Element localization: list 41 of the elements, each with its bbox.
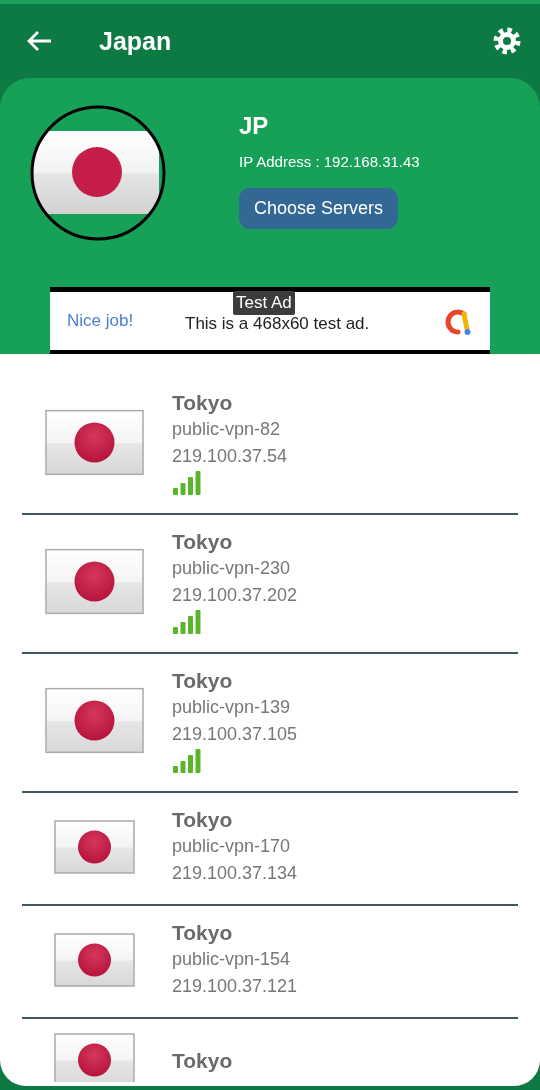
server-ip: 219.100.37.54 bbox=[172, 445, 288, 468]
choose-servers-button[interactable]: Choose Servers bbox=[239, 188, 399, 229]
server-ip: 219.100.37.121 bbox=[172, 975, 298, 998]
ip-address: IP Address : 192.168.31.43 bbox=[239, 153, 420, 170]
signal-icon bbox=[172, 609, 202, 635]
server-row[interactable]: Tokyo public-vpn-230 219.100.37.202 bbox=[22, 515, 518, 654]
back-arrow-icon[interactable] bbox=[26, 30, 52, 52]
server-row[interactable]: Tokyo bbox=[22, 1019, 518, 1082]
flag-icon bbox=[45, 409, 145, 477]
server-host: public-vpn-82 bbox=[172, 418, 281, 441]
flag-icon bbox=[54, 932, 136, 988]
server-ip: 219.100.37.134 bbox=[172, 862, 298, 885]
server-city: Tokyo bbox=[172, 920, 233, 946]
flag-icon bbox=[54, 1033, 136, 1082]
server-city: Tokyo bbox=[172, 668, 233, 694]
flag-icon bbox=[45, 548, 145, 616]
server-row[interactable]: Tokyo public-vpn-139 219.100.37.105 bbox=[22, 654, 518, 793]
server-city: Tokyo bbox=[172, 529, 233, 555]
flag-icon bbox=[54, 819, 136, 875]
signal-icon bbox=[172, 470, 202, 496]
screen-title: Japan bbox=[99, 26, 173, 56]
server-host: public-vpn-154 bbox=[172, 948, 291, 971]
country-code: JP bbox=[239, 112, 269, 140]
server-ip: 219.100.37.105 bbox=[172, 723, 298, 746]
server-city: Tokyo bbox=[172, 807, 233, 833]
ad-headline: Nice job! bbox=[66, 311, 135, 331]
server-host: public-vpn-230 bbox=[172, 557, 291, 580]
server-city: Tokyo bbox=[172, 1047, 233, 1074]
server-row[interactable]: Tokyo public-vpn-82 219.100.37.54 bbox=[22, 376, 518, 515]
server-host: public-vpn-139 bbox=[172, 696, 291, 719]
test-ad-badge: Test Ad bbox=[233, 291, 295, 315]
ad-text: This is a 468x60 test ad. bbox=[185, 314, 371, 334]
server-row[interactable]: Tokyo public-vpn-154 219.100.37.121 bbox=[22, 906, 518, 1019]
flag-icon bbox=[45, 687, 145, 755]
server-city: Tokyo bbox=[172, 390, 233, 416]
server-host: public-vpn-170 bbox=[172, 835, 291, 858]
server-ip: 219.100.37.202 bbox=[172, 584, 298, 607]
signal-icon bbox=[172, 748, 202, 774]
ad-banner[interactable]: Test Ad Nice job! This is a 468x60 test ad. bbox=[50, 287, 490, 354]
settings-icon[interactable] bbox=[493, 27, 521, 55]
server-row[interactable]: Tokyo public-vpn-170 219.100.37.134 bbox=[22, 793, 518, 906]
